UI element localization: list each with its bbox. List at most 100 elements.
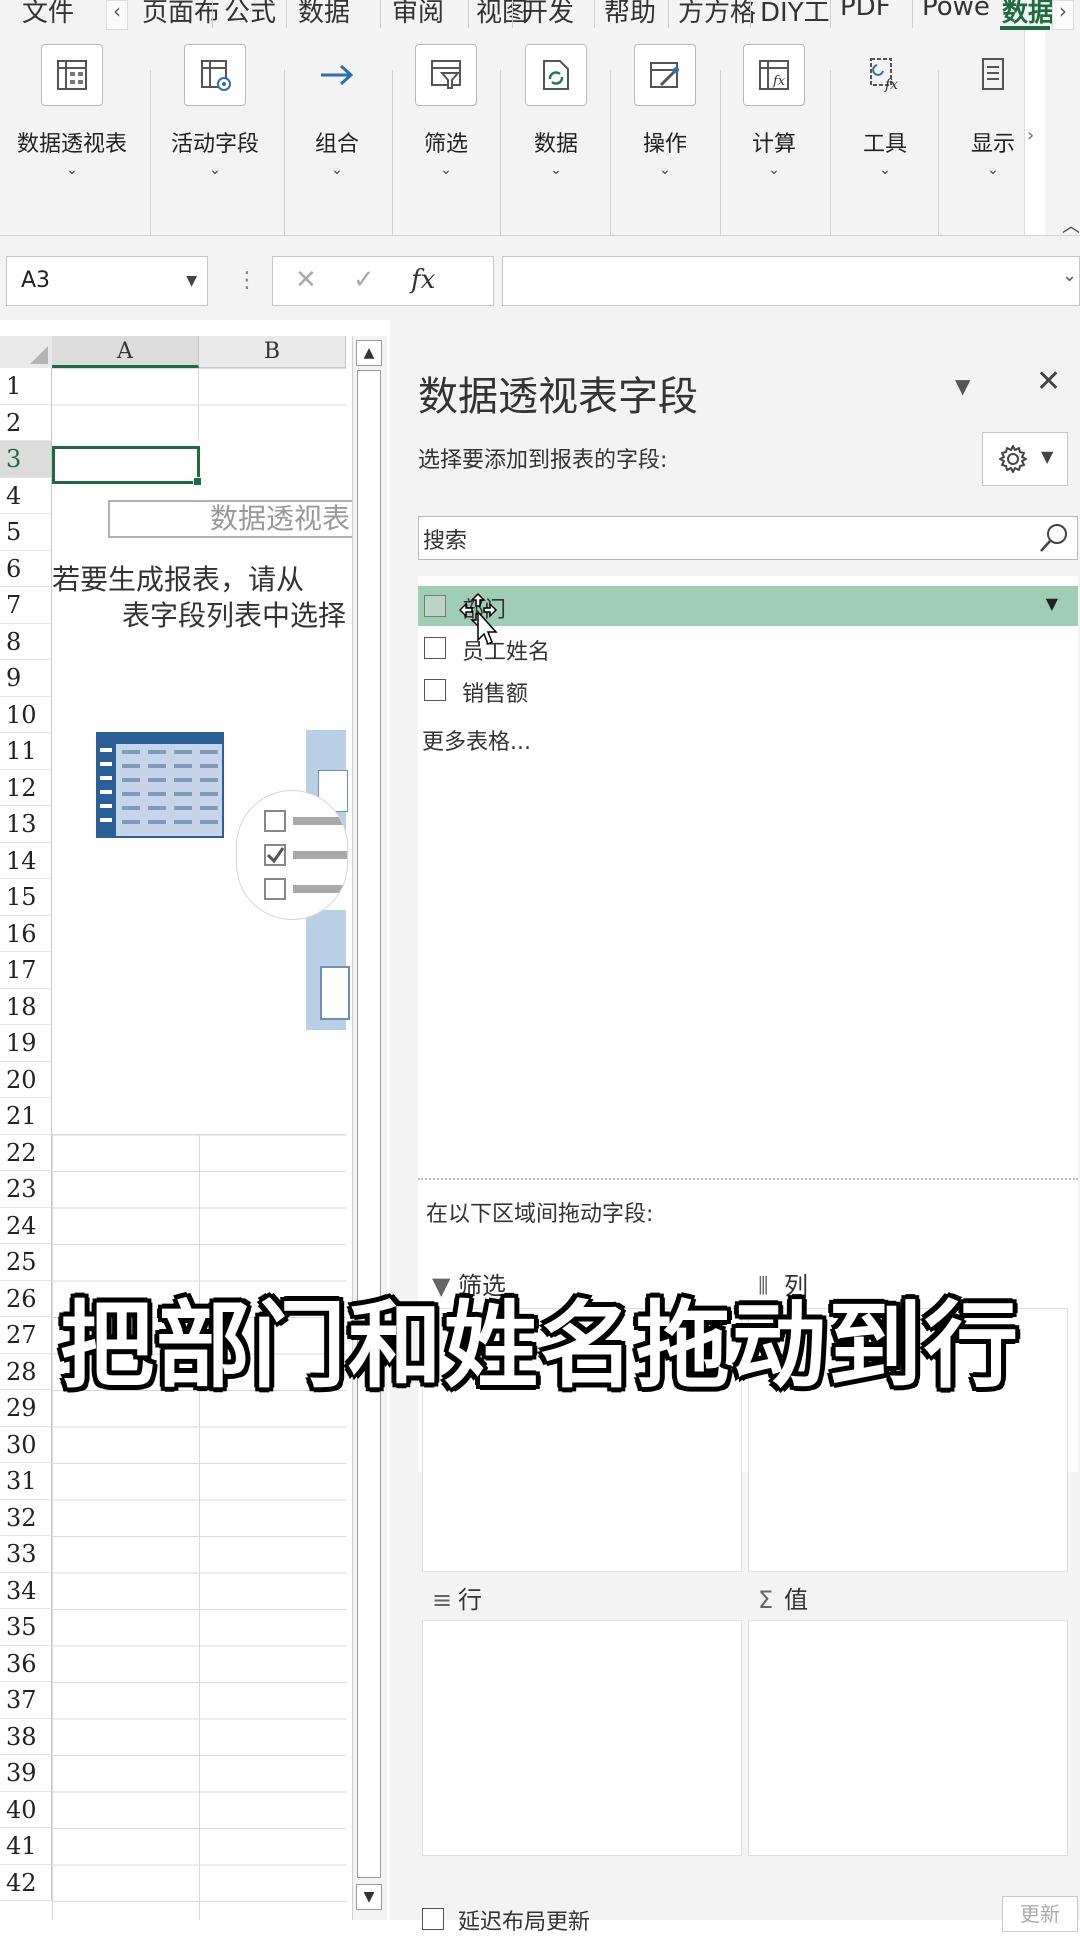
- pivottable-button[interactable]: 数据透视表 ⌄: [7, 44, 137, 194]
- close-icon[interactable]: ✕: [1036, 364, 1061, 399]
- rows-area[interactable]: ≡ 行: [422, 1570, 742, 1870]
- tab-page-layout[interactable]: 页面布: [142, 0, 220, 29]
- row-header[interactable]: 5: [0, 514, 52, 551]
- row-header[interactable]: 30: [0, 1426, 52, 1463]
- tab-file[interactable]: 文件: [22, 0, 74, 29]
- move-cursor-icon: [458, 592, 498, 646]
- name-box[interactable]: A3 ▼: [6, 256, 208, 306]
- table-illustration-icon: [96, 732, 224, 838]
- field-item-department[interactable]: 部门 ▼: [418, 586, 1078, 626]
- tools-settings-button[interactable]: ▼: [982, 432, 1068, 486]
- selected-cell-a3[interactable]: [52, 446, 202, 486]
- defer-update-checkbox[interactable]: [422, 1908, 444, 1930]
- tab-diy-tools[interactable]: DIY工: [760, 0, 830, 29]
- tab-scroll-left-button[interactable]: ‹: [106, 0, 128, 30]
- tab-view[interactable]: 视图: [476, 0, 528, 29]
- field-checkbox[interactable]: [424, 637, 446, 659]
- tab-separator: [830, 0, 831, 28]
- row-header[interactable]: 18: [0, 988, 52, 1025]
- tab-data[interactable]: 数据: [298, 0, 350, 29]
- row-header[interactable]: 3: [0, 441, 52, 478]
- row-header[interactable]: 21: [0, 1098, 52, 1135]
- tab-separator: [212, 0, 213, 28]
- row-header[interactable]: 32: [0, 1499, 52, 1536]
- tab-formulas[interactable]: 公式: [224, 0, 276, 29]
- tab-pdf[interactable]: PDF: [840, 0, 891, 22]
- values-area[interactable]: Σ值: [748, 1570, 1068, 1870]
- select-all-corner[interactable]: [0, 336, 53, 369]
- field-search-input[interactable]: 搜索: [418, 516, 1078, 560]
- row-header[interactable]: 10: [0, 696, 52, 733]
- row-header[interactable]: 2: [0, 404, 52, 441]
- row-header[interactable]: 9: [0, 660, 52, 697]
- row-header[interactable]: 34: [0, 1572, 52, 1609]
- ribbon-scroll-right[interactable]: ›: [1024, 30, 1045, 235]
- row-header[interactable]: 39: [0, 1755, 52, 1792]
- field-checkbox[interactable]: [424, 679, 446, 701]
- row-header[interactable]: 8: [0, 623, 52, 660]
- row-header[interactable]: 42: [0, 1864, 52, 1901]
- field-item-employee-name[interactable]: 员工姓名: [418, 628, 1078, 668]
- collapse-ribbon-icon[interactable]: ︿: [1062, 212, 1080, 238]
- values-drop-zone[interactable]: [748, 1620, 1068, 1856]
- row-header[interactable]: 4: [0, 477, 52, 514]
- row-header[interactable]: 13: [0, 806, 52, 843]
- row-header[interactable]: 22: [0, 1134, 52, 1171]
- row-header[interactable]: 20: [0, 1061, 52, 1098]
- vertical-scrollbar[interactable]: ▲ ▼: [352, 336, 387, 1920]
- row-header[interactable]: 24: [0, 1207, 52, 1244]
- scrollbar-thumb[interactable]: [357, 370, 381, 1878]
- column-header-b[interactable]: B: [199, 336, 346, 368]
- row-header[interactable]: 36: [0, 1645, 52, 1682]
- enter-icon[interactable]: ✓: [353, 265, 375, 295]
- row-header[interactable]: 11: [0, 733, 52, 770]
- tab-scroll-right-button[interactable]: ›: [1052, 0, 1074, 30]
- cancel-icon[interactable]: ✕: [295, 265, 317, 295]
- name-box-value: A3: [21, 268, 51, 293]
- row-header[interactable]: 23: [0, 1171, 52, 1208]
- tab-help[interactable]: 帮助: [604, 0, 656, 29]
- active-field-icon: [184, 44, 246, 106]
- field-checkbox[interactable]: [424, 595, 446, 617]
- tab-developer[interactable]: 开发: [522, 0, 574, 29]
- insert-function-icon[interactable]: fx: [411, 265, 435, 295]
- row-header[interactable]: 15: [0, 879, 52, 916]
- refresh-data-icon: [525, 44, 587, 106]
- scroll-down-arrow-icon[interactable]: ▼: [356, 1884, 382, 1910]
- tab-pivot-analyze[interactable]: 数据: [1002, 0, 1054, 29]
- row-header[interactable]: 16: [0, 915, 52, 952]
- chevron-down-icon[interactable]: ▼: [186, 257, 197, 305]
- field-item-sales[interactable]: 销售额: [418, 670, 1078, 710]
- pane-options-dropdown-icon[interactable]: ▼: [955, 374, 970, 398]
- scroll-up-arrow-icon[interactable]: ▲: [356, 340, 382, 366]
- row-header[interactable]: 35: [0, 1609, 52, 1646]
- column-header-a[interactable]: A: [52, 336, 199, 368]
- chevron-down-icon[interactable]: ⌄: [1062, 265, 1077, 286]
- calculation-icon: fx: [743, 44, 805, 106]
- tab-review[interactable]: 审阅: [392, 0, 444, 29]
- row-header[interactable]: 41: [0, 1828, 52, 1865]
- field-dropdown-icon[interactable]: ▼: [1046, 594, 1058, 613]
- rows-drop-zone[interactable]: [422, 1620, 742, 1856]
- row-headers: 1 2 3 4 5 6 7 8 9 10 11 12 13 14 15 16 17 18 19 20 21 22 23 24 2…: [0, 368, 52, 1901]
- formula-input[interactable]: ⌄: [502, 256, 1080, 306]
- row-header[interactable]: 37: [0, 1682, 52, 1719]
- more-tables-link[interactable]: 更多表格...: [422, 724, 531, 756]
- row-header[interactable]: 33: [0, 1536, 52, 1573]
- row-header[interactable]: 40: [0, 1791, 52, 1828]
- row-header[interactable]: 14: [0, 842, 52, 879]
- row-header[interactable]: 12: [0, 769, 52, 806]
- row-header[interactable]: 38: [0, 1718, 52, 1755]
- row-header[interactable]: 6: [0, 550, 52, 587]
- row-header[interactable]: 19: [0, 1025, 52, 1062]
- search-icon[interactable]: [1037, 521, 1071, 555]
- row-header[interactable]: 31: [0, 1463, 52, 1500]
- update-button[interactable]: 更新: [1002, 1896, 1078, 1932]
- tab-power[interactable]: Powe: [922, 0, 990, 22]
- tab-fangfangge[interactable]: 方方格: [678, 0, 756, 29]
- active-field-button[interactable]: 活动字段 ⌄: [150, 44, 280, 194]
- row-header[interactable]: 17: [0, 952, 52, 989]
- formula-bar-resize-handle[interactable]: ⋮: [236, 268, 258, 293]
- row-header[interactable]: 7: [0, 587, 52, 624]
- row-header[interactable]: 1: [0, 368, 52, 405]
